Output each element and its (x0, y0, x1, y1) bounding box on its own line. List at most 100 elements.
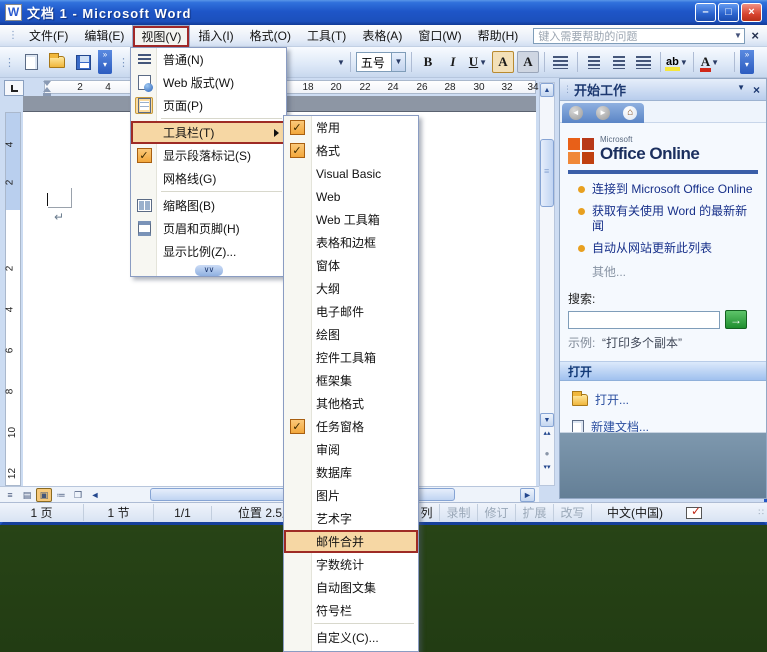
bullets-button[interactable] (608, 51, 630, 73)
submenu-item-database[interactable]: 数据库 (284, 461, 418, 484)
font-color-dropdown-arrow[interactable]: ▼ (711, 58, 719, 67)
submenu-item-word-count[interactable]: 字数统计 (284, 553, 418, 576)
submenu-item-mail-merge[interactable]: 邮件合并 (284, 530, 418, 553)
scroll-left-button[interactable]: ◄ (87, 488, 103, 502)
font-size-combo[interactable]: 五号 ▼ (355, 52, 406, 72)
font-color-button[interactable]: A ▼ (699, 51, 721, 73)
chevron-down-icon[interactable]: ▼ (390, 53, 405, 71)
more-link[interactable]: 其他... (592, 263, 758, 280)
nav-forward-button[interactable]: ► (595, 106, 610, 120)
search-input[interactable] (568, 310, 720, 329)
menu-item-zoom[interactable]: 显示比例(Z)... (131, 240, 286, 263)
scroll-up-button[interactable]: ▲ (540, 83, 554, 97)
document-close-button[interactable]: × (751, 28, 759, 43)
menu-item-gridlines[interactable]: 网格线(G) (131, 167, 286, 190)
italic-button[interactable]: I (442, 51, 464, 73)
submenu-item-task-pane[interactable]: ✓ 任务窗格 (284, 415, 418, 438)
web-layout-view-button[interactable]: ▤ (19, 488, 35, 502)
submenu-item-autotext[interactable]: 自动图文集 (284, 576, 418, 599)
status-overtype-mode[interactable]: 改写 (554, 504, 592, 521)
underline-dropdown-arrow[interactable]: ▼ (479, 58, 487, 67)
previous-page-button[interactable]: ▴▴ (540, 430, 554, 437)
toolbar-drag-handle[interactable]: ⋮ (118, 56, 129, 69)
task-pane-menu-arrow-icon[interactable]: ▼ (737, 83, 745, 97)
maximize-button[interactable]: □ (718, 3, 739, 22)
expand-chevron-icon[interactable]: ∨∨ (194, 264, 223, 276)
vertical-ruler[interactable]: 4 2 2 4 6 8 10 12 (4, 112, 21, 486)
submenu-item-formatting[interactable]: ✓ 格式 (284, 139, 418, 162)
minimize-button[interactable]: – (695, 3, 716, 22)
submenu-item-web-tools[interactable]: Web 工具箱 (284, 208, 418, 231)
highlight-button[interactable]: ab ▼ (665, 51, 688, 73)
resize-grip[interactable]: ∷ (758, 507, 765, 518)
submenu-item-customize[interactable]: 自定义(C)... (284, 626, 418, 649)
normal-view-button[interactable]: ≡ (2, 488, 18, 502)
numbering-button[interactable] (583, 51, 605, 73)
menu-insert[interactable]: 插入(I) (190, 25, 241, 46)
status-extend-mode[interactable]: 扩展 (516, 504, 554, 521)
submenu-item-picture[interactable]: 图片 (284, 484, 418, 507)
task-pane-close-icon[interactable]: × (753, 83, 760, 97)
tab-selector[interactable] (4, 80, 24, 96)
outline-view-button[interactable]: ≔ (53, 488, 69, 502)
menu-item-print-layout[interactable]: 页面(P) (131, 94, 286, 117)
submenu-item-extended-formatting[interactable]: 其他格式 (284, 392, 418, 415)
help-question-input[interactable]: 键入需要帮助的问题 ▼ (533, 27, 746, 44)
menu-item-formatting-marks[interactable]: ✓ 显示段落标记(S) (131, 144, 286, 167)
next-page-button[interactable]: ▾▾ (540, 464, 554, 471)
submenu-item-standard[interactable]: ✓ 常用 (284, 116, 418, 139)
menu-help[interactable]: 帮助(H) (470, 25, 527, 46)
menubar-drag-handle[interactable]: ⋮ (8, 30, 18, 41)
character-shading-button[interactable]: A (516, 51, 539, 73)
list-item[interactable]: 获取有关使用 Word 的最新新闻 (578, 204, 758, 234)
search-go-button[interactable]: → (725, 310, 747, 329)
distribute-text-button[interactable] (550, 51, 572, 73)
menu-table[interactable]: 表格(A) (354, 25, 410, 46)
toolbar-drag-handle[interactable]: ⋮ (4, 56, 15, 69)
submenu-item-wordart[interactable]: 艺术字 (284, 507, 418, 530)
horizontal-ruler[interactable]: 2 4 6 8 10 12 14 16 18 20 22 24 26 28 30… (43, 80, 539, 96)
menu-tools[interactable]: 工具(T) (299, 25, 354, 46)
scroll-right-button[interactable]: ► (520, 488, 535, 502)
submenu-item-visual-basic[interactable]: Visual Basic (284, 162, 418, 185)
menu-view[interactable]: 视图(V) (132, 24, 191, 47)
submenu-item-email[interactable]: 电子邮件 (284, 300, 418, 323)
menu-format[interactable]: 格式(O) (242, 25, 299, 46)
submenu-item-reviewing[interactable]: 审阅 (284, 438, 418, 461)
select-browse-object-button[interactable]: ● (540, 449, 554, 458)
scroll-down-button[interactable]: ▼ (540, 413, 554, 427)
underline-button[interactable]: U ▼ (467, 51, 489, 73)
spelling-grammar-status-icon[interactable] (686, 504, 702, 519)
submenu-item-tables-borders[interactable]: 表格和边框 (284, 231, 418, 254)
menu-item-header-footer[interactable]: 页眉和页脚(H) (131, 217, 286, 240)
submenu-item-forms[interactable]: 窗体 (284, 254, 418, 277)
menu-item-toolbars[interactable]: 工具栏(T) (131, 121, 286, 144)
menu-item-thumbnails[interactable]: 缩略图(B) (131, 194, 286, 217)
nav-home-button[interactable]: ⌂ (623, 106, 638, 120)
submenu-item-outlining[interactable]: 大纲 (284, 277, 418, 300)
font-name-dropdown-arrow[interactable]: ▼ (337, 58, 345, 67)
status-record-mode[interactable]: 录制 (440, 504, 478, 521)
close-button[interactable]: × (741, 3, 762, 22)
menu-item-normal[interactable]: 普通(N) (131, 48, 286, 71)
submenu-item-control-toolbox[interactable]: 控件工具箱 (284, 346, 418, 369)
status-track-changes[interactable]: 修订 (478, 504, 516, 521)
open-file-link[interactable]: 打开... (572, 390, 758, 408)
indent-marker[interactable] (43, 81, 52, 96)
status-language[interactable]: 中文(中国) (592, 504, 678, 521)
vertical-scrollbar[interactable]: ▲ ▼ ▴▴ ● ▾▾ (539, 82, 555, 486)
menu-item-web-layout[interactable]: Web 版式(W) (131, 71, 286, 94)
chevron-down-icon[interactable]: ▼ (731, 31, 744, 40)
toolbar-options-button[interactable]: » ▾ (98, 50, 112, 74)
submenu-item-drawing[interactable]: 绘图 (284, 323, 418, 346)
nav-back-button[interactable]: ◄ (568, 106, 583, 120)
menu-edit[interactable]: 编辑(E) (76, 25, 132, 46)
menu-window[interactable]: 窗口(W) (410, 25, 469, 46)
menu-file[interactable]: 文件(F) (21, 25, 76, 46)
submenu-item-frames[interactable]: 框架集 (284, 369, 418, 392)
submenu-item-web[interactable]: Web (284, 185, 418, 208)
decrease-indent-button[interactable] (633, 51, 655, 73)
submenu-item-symbol-bar[interactable]: 符号栏 (284, 599, 418, 622)
character-border-button[interactable]: A (491, 51, 514, 73)
new-document-button[interactable] (20, 51, 42, 73)
